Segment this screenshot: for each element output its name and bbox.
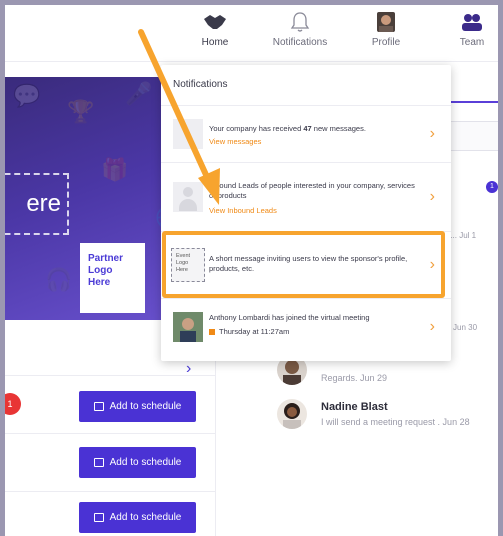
team-tab-indicator bbox=[445, 101, 498, 103]
add-to-schedule-label: Add to schedule bbox=[109, 401, 182, 412]
nav-home[interactable]: Home bbox=[180, 11, 250, 48]
message-item[interactable]: Nadine Blast I will send a meeting reque… bbox=[277, 399, 497, 439]
banner-text-placeholder: ere bbox=[5, 173, 69, 235]
message-preview: I will send a meeting request . Jun 28 bbox=[321, 417, 470, 427]
chevron-right-icon[interactable]: › bbox=[186, 360, 191, 378]
nav-team[interactable]: Team bbox=[437, 11, 498, 48]
notification-text: Your company has received 47 new message… bbox=[209, 124, 366, 133]
row-divider bbox=[5, 491, 215, 492]
add-to-schedule-label: Add to schedule bbox=[109, 457, 182, 468]
chevron-right-icon: › bbox=[429, 318, 435, 335]
view-messages-link[interactable]: View messages bbox=[209, 137, 261, 146]
team-icon bbox=[462, 14, 482, 31]
message-snippet: Jun 30 bbox=[453, 323, 478, 332]
calendar-icon bbox=[93, 513, 104, 522]
message-preview: Regards. Jun 29 bbox=[321, 373, 388, 383]
message-thumbnail bbox=[173, 119, 203, 149]
notifications-title: Notifications bbox=[173, 79, 228, 90]
profile-avatar bbox=[377, 12, 395, 32]
unread-badge: 1 bbox=[486, 181, 498, 193]
notifications-dropdown: Notifications Your company has received … bbox=[161, 65, 451, 361]
nav-notifications[interactable]: Notifications bbox=[265, 11, 335, 48]
row-divider bbox=[5, 433, 215, 434]
notification-item[interactable]: Inbound Leads of people interested in yo… bbox=[161, 163, 451, 232]
notification-item[interactable]: Your company has received 47 new message… bbox=[161, 106, 451, 163]
notification-text: Anthony Lombardi has joined the virtual … bbox=[209, 313, 370, 322]
event-indicator-icon bbox=[209, 329, 215, 336]
trophy-icon: 🏆 bbox=[67, 99, 95, 124]
nav-profile-label: Profile bbox=[371, 37, 401, 48]
add-to-schedule-button[interactable]: Add to schedule bbox=[79, 391, 196, 422]
partner-logo: Partner Logo Here bbox=[80, 243, 145, 313]
handshake-icon bbox=[204, 15, 226, 29]
message-sender: Nadine Blast bbox=[321, 401, 388, 413]
headphones-icon: 🎧 bbox=[45, 267, 73, 292]
calendar-icon bbox=[93, 458, 104, 467]
add-to-schedule-button[interactable]: Add to schedule bbox=[79, 447, 196, 478]
person-placeholder-icon bbox=[173, 182, 203, 212]
gift-icon: 🎁 bbox=[101, 157, 129, 182]
notification-item[interactable]: Anthony Lombardi has joined the virtual … bbox=[161, 299, 451, 355]
notification-time: Thursday at 11:27am bbox=[209, 327, 419, 337]
calendar-icon bbox=[93, 402, 104, 411]
message-search-input[interactable] bbox=[445, 121, 498, 151]
add-to-schedule-button[interactable]: Add to schedule bbox=[79, 502, 196, 533]
add-to-schedule-label: Add to schedule bbox=[109, 512, 182, 523]
bell-icon bbox=[290, 12, 310, 32]
highlight-annotation bbox=[162, 231, 445, 298]
microphone-icon: 🎤 bbox=[125, 81, 153, 106]
message-count: 47 bbox=[303, 124, 312, 133]
row-divider bbox=[5, 375, 215, 376]
speech-bubble-icon: 💬 bbox=[13, 83, 41, 108]
notification-text: Inbound Leads of people interested in yo… bbox=[209, 181, 415, 200]
chevron-right-icon: › bbox=[429, 188, 435, 205]
chevron-right-icon: › bbox=[429, 125, 435, 142]
top-nav: Home Notifications Profile Team bbox=[5, 5, 498, 62]
view-inbound-leads-link[interactable]: View Inbound Leads bbox=[209, 206, 277, 215]
nav-notifications-label: Notifications bbox=[272, 37, 328, 48]
nav-team-label: Team bbox=[459, 37, 485, 48]
app-window: Home Notifications Profile Team 💬 🏆 🎤 🎁 … bbox=[5, 5, 498, 536]
avatar bbox=[277, 399, 307, 429]
avatar bbox=[173, 312, 203, 342]
nav-profile[interactable]: Profile bbox=[351, 11, 421, 48]
nav-home-label: Home bbox=[201, 37, 229, 48]
message-item[interactable]: Regards. Jun 29 bbox=[277, 355, 497, 395]
